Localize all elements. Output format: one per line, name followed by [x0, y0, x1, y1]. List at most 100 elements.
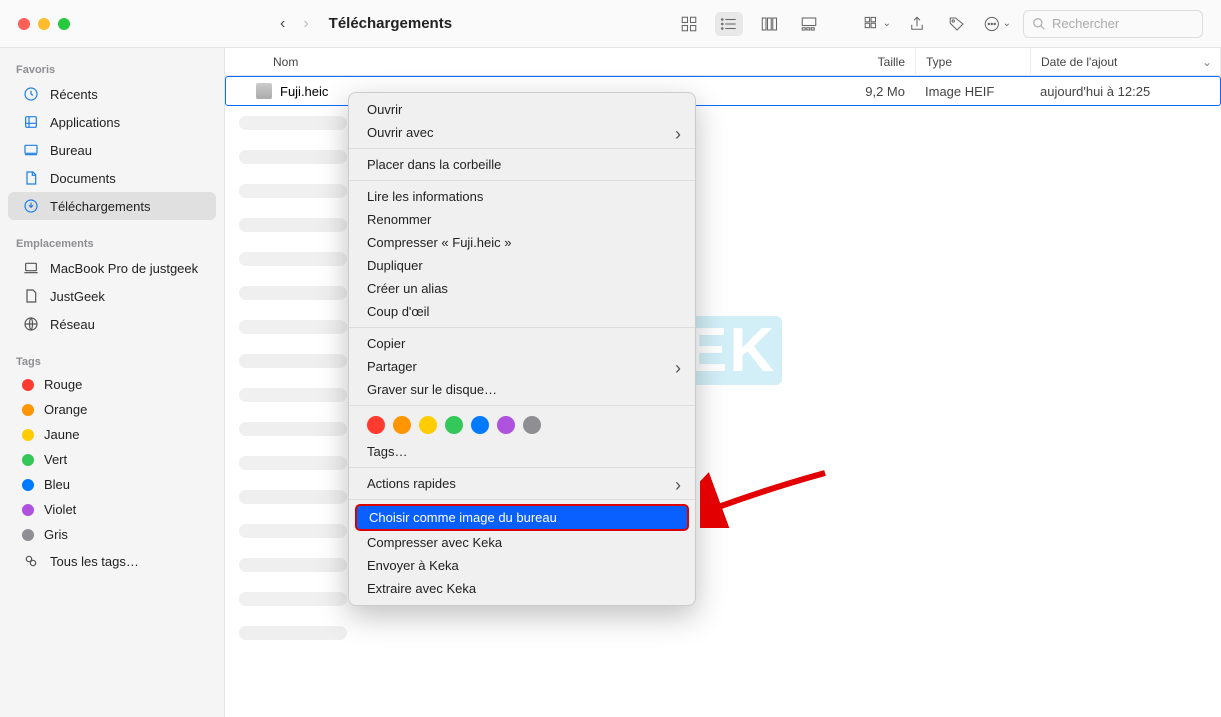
separator [349, 405, 695, 406]
separator [349, 467, 695, 468]
ctx-tag-color[interactable] [497, 416, 515, 434]
desktop-icon [22, 141, 40, 159]
ctx-quick-actions[interactable]: Actions rapides [349, 472, 695, 495]
ctx-compress-keka[interactable]: Compresser avec Keka [349, 531, 695, 554]
heif-file-icon [256, 83, 272, 99]
chevron-down-icon: ⌄ [1202, 55, 1212, 69]
group-button[interactable]: ⌄ [863, 12, 891, 36]
sidebar-item-label: Orange [44, 402, 87, 417]
icon-view-button[interactable] [675, 12, 703, 36]
window-controls [18, 18, 70, 30]
favorites-header: Favoris [0, 58, 224, 80]
ctx-rename[interactable]: Renommer [349, 208, 695, 231]
ctx-tag-color[interactable] [367, 416, 385, 434]
sidebar-item-network[interactable]: Réseau [8, 310, 216, 338]
tag-button[interactable] [943, 12, 971, 36]
placeholder [239, 626, 347, 640]
sidebar-item-label: Jaune [44, 427, 79, 442]
placeholder [239, 184, 347, 198]
sidebar-item-label: Gris [44, 527, 68, 542]
window-title: Téléchargements [329, 15, 452, 32]
sidebar-item-all-tags[interactable]: Tous les tags… [8, 547, 216, 575]
sidebar-item-label: Bureau [50, 143, 92, 158]
list-view-button[interactable] [715, 12, 743, 36]
sidebar-item-applications[interactable]: Applications [8, 108, 216, 136]
file-type: Image HEIF [915, 84, 1030, 99]
sidebar-item-desktop[interactable]: Bureau [8, 136, 216, 164]
sidebar-item-label: Rouge [44, 377, 82, 392]
grid-icon [680, 15, 698, 33]
maximize-window-button[interactable] [58, 18, 70, 30]
ctx-copy[interactable]: Copier [349, 332, 695, 355]
ctx-get-info[interactable]: Lire les informations [349, 185, 695, 208]
gallery-view-button[interactable] [795, 12, 823, 36]
document-icon [22, 169, 40, 187]
sidebar-item-label: Vert [44, 452, 67, 467]
placeholder [239, 456, 347, 470]
minimize-window-button[interactable] [38, 18, 50, 30]
search-field[interactable]: Rechercher [1023, 10, 1203, 38]
column-name[interactable]: Nom [225, 48, 816, 75]
sidebar-tag-item[interactable]: Gris [8, 522, 216, 547]
placeholder [239, 422, 347, 436]
placeholder [239, 286, 347, 300]
sidebar-item-downloads[interactable]: Téléchargements [8, 192, 216, 220]
ctx-extract-keka[interactable]: Extraire avec Keka [349, 577, 695, 600]
sidebar-tag-item[interactable]: Jaune [8, 422, 216, 447]
sidebar-item-label: MacBook Pro de justgeek [50, 261, 198, 276]
sidebar-item-label: Documents [50, 171, 116, 186]
column-view-button[interactable] [755, 12, 783, 36]
ctx-tag-color[interactable] [445, 416, 463, 434]
column-type[interactable]: Type [916, 48, 1031, 75]
sidebar-item-label: Violet [44, 502, 76, 517]
sidebar-item-recents[interactable]: Récents [8, 80, 216, 108]
ctx-tag-color[interactable] [523, 416, 541, 434]
ctx-duplicate[interactable]: Dupliquer [349, 254, 695, 277]
ctx-tag-color[interactable] [393, 416, 411, 434]
ctx-tag-color[interactable] [419, 416, 437, 434]
column-date[interactable]: Date de l'ajout⌄ [1031, 48, 1221, 75]
file-name: Fuji.heic [280, 84, 328, 99]
back-button[interactable]: ‹ [280, 15, 285, 33]
sidebar-item-label: Applications [50, 115, 120, 130]
ctx-trash[interactable]: Placer dans la corbeille [349, 153, 695, 176]
search-icon [1032, 17, 1046, 31]
titlebar: ‹ › Téléchargements ⌄ ⌄ Rec [0, 0, 1221, 48]
more-button[interactable]: ⌄ [983, 12, 1011, 36]
ctx-share[interactable]: Partager [349, 355, 695, 378]
placeholder [239, 490, 347, 504]
close-window-button[interactable] [18, 18, 30, 30]
placeholder [239, 354, 347, 368]
forward-button[interactable]: › [303, 15, 308, 33]
ctx-alias[interactable]: Créer un alias [349, 277, 695, 300]
sidebar-item-label: Récents [50, 87, 98, 102]
columns-icon [760, 15, 778, 33]
tag-dot-icon [22, 454, 34, 466]
share-button[interactable] [903, 12, 931, 36]
ctx-open[interactable]: Ouvrir [349, 98, 695, 121]
ctx-compress[interactable]: Compresser « Fuji.heic » [349, 231, 695, 254]
sidebar-item-label: JustGeek [50, 289, 105, 304]
sidebar-tag-item[interactable]: Bleu [8, 472, 216, 497]
placeholder [239, 116, 347, 130]
ctx-tag-colors [349, 410, 695, 440]
ctx-tags[interactable]: Tags… [349, 440, 695, 463]
ctx-set-wallpaper[interactable]: Choisir comme image du bureau [355, 504, 689, 531]
sidebar-item-justgeek[interactable]: JustGeek [8, 282, 216, 310]
tag-dot-icon [22, 479, 34, 491]
ctx-quicklook[interactable]: Coup d'œil [349, 300, 695, 323]
action-group: ⌄ ⌄ [863, 12, 1011, 36]
ctx-burn[interactable]: Graver sur le disque… [349, 378, 695, 401]
separator [349, 327, 695, 328]
sidebar-tag-item[interactable]: Violet [8, 497, 216, 522]
ctx-tag-color[interactable] [471, 416, 489, 434]
sidebar-item-macbook[interactable]: MacBook Pro de justgeek [8, 254, 216, 282]
sidebar-tag-item[interactable]: Orange [8, 397, 216, 422]
ctx-open-with[interactable]: Ouvrir avec [349, 121, 695, 144]
sidebar-tag-item[interactable]: Rouge [8, 372, 216, 397]
sidebar-tag-item[interactable]: Vert [8, 447, 216, 472]
column-size[interactable]: Taille [816, 48, 916, 75]
ctx-send-keka[interactable]: Envoyer à Keka [349, 554, 695, 577]
tag-dot-icon [22, 529, 34, 541]
sidebar-item-documents[interactable]: Documents [8, 164, 216, 192]
